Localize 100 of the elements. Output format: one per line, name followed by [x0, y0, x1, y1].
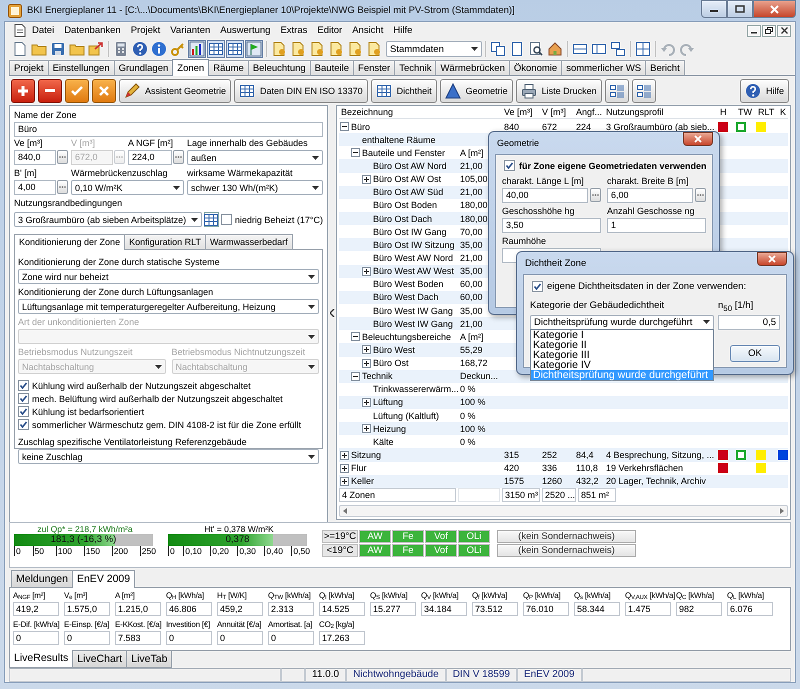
- dropdown[interactable]: Lüftungsanlage mit temperaturgeregelter Aufbereitung, Heizung: [18, 299, 319, 314]
- column-header[interactable]: Bezeichnung: [339, 106, 458, 117]
- menu-item[interactable]: Varianten: [165, 24, 216, 37]
- add-button[interactable]: [11, 78, 35, 102]
- maximize-button[interactable]: [727, 0, 753, 18]
- tab[interactable]: Beleuchtung: [248, 60, 311, 75]
- table-button[interactable]: Dichtheit: [370, 78, 437, 102]
- tab[interactable]: Projekt: [9, 60, 49, 75]
- text-field[interactable]: 4,00: [14, 180, 56, 195]
- tree-item-label[interactable]: Büro West AW West: [373, 266, 454, 276]
- tab[interactable]: EnEV 2009: [72, 570, 136, 588]
- bar-chart-icon[interactable]: [189, 41, 205, 57]
- zone-name-field[interactable]: Büro: [14, 122, 323, 137]
- column-header[interactable]: RLT: [756, 106, 778, 117]
- menu-item[interactable]: Extras: [275, 24, 312, 37]
- tree-item-label[interactable]: Büro Ost: [373, 358, 409, 368]
- menu-item[interactable]: Ansicht: [347, 24, 388, 37]
- close-button[interactable]: [683, 132, 713, 146]
- checkbox[interactable]: [18, 406, 29, 417]
- export-icon[interactable]: [88, 41, 104, 57]
- document-icon[interactable]: [328, 41, 344, 57]
- help-button[interactable]: Hilfe: [740, 78, 789, 102]
- column-header[interactable]: Angf...: [574, 106, 604, 117]
- table-button[interactable]: [204, 212, 219, 227]
- expand-icon[interactable]: [362, 266, 371, 276]
- list-button[interactable]: [604, 78, 629, 102]
- tree-item-label[interactable]: enthaltene Räume: [362, 134, 436, 145]
- expand-icon[interactable]: [362, 358, 371, 368]
- layout-icon[interactable]: [572, 41, 588, 57]
- menu-item[interactable]: Projekt: [126, 24, 166, 37]
- tree-item-label[interactable]: Beleuchtungsbereiche: [362, 332, 452, 342]
- checkbox[interactable]: [220, 214, 232, 225]
- tree-item-label[interactable]: Büro West Boden: [373, 279, 444, 290]
- flag-icon[interactable]: [246, 41, 262, 57]
- column-header[interactable]: TW: [736, 106, 756, 117]
- tab[interactable]: sommerlicher WS: [561, 60, 646, 75]
- expand-icon[interactable]: [362, 398, 371, 407]
- geometry-button[interactable]: Geometrie: [440, 78, 513, 102]
- tab[interactable]: LiveResults: [9, 650, 74, 668]
- remove-button[interactable]: [38, 78, 62, 102]
- help-icon[interactable]: [132, 41, 148, 57]
- tree-item-label[interactable]: Sitzung: [351, 450, 382, 460]
- dropdown[interactable]: 0,10 W/m²K: [71, 180, 184, 195]
- save-icon[interactable]: [50, 41, 66, 57]
- column-header[interactable]: V [m³]: [540, 106, 574, 117]
- tab[interactable]: Konditionierung der Zone: [14, 234, 126, 250]
- collapse-icon[interactable]: [340, 122, 349, 132]
- dropdown-option[interactable]: Kategorie I: [531, 330, 713, 340]
- menu-item[interactable]: Hilfe: [388, 24, 418, 37]
- menu-item[interactable]: Datenbanken: [59, 24, 126, 37]
- list-button[interactable]: [632, 78, 656, 102]
- table-button[interactable]: Daten DIN EN ISO 13370: [234, 78, 368, 102]
- checkbox[interactable]: [504, 160, 515, 171]
- tree-item-label[interactable]: Büro Ost IW Sitzung: [373, 240, 455, 250]
- tree-item-label[interactable]: Lüftung: [373, 397, 404, 408]
- tree-item-label[interactable]: Technik: [362, 371, 393, 382]
- text-field[interactable]: 6,00: [607, 188, 693, 203]
- document-icon[interactable]: [290, 41, 306, 57]
- ok-button[interactable]: OK: [730, 345, 780, 362]
- tree-item-label[interactable]: Büro Ost AW Nord: [373, 160, 447, 171]
- horizontal-scrollbar[interactable]: [339, 504, 788, 517]
- tab[interactable]: Bauteile: [310, 60, 354, 75]
- collapse-icon[interactable]: [351, 372, 360, 381]
- expand-icon[interactable]: [340, 450, 349, 460]
- tab[interactable]: Ökonomie: [508, 60, 562, 75]
- checkbox[interactable]: [532, 281, 543, 292]
- column-header[interactable]: H: [718, 106, 736, 117]
- tree-item-label[interactable]: Keller: [351, 476, 374, 486]
- column-header[interactable]: K: [778, 106, 788, 117]
- minimize-button[interactable]: [747, 24, 761, 36]
- tree-item-label[interactable]: Büro: [351, 122, 370, 132]
- dropdown[interactable]: keine Zuschlag: [18, 449, 319, 464]
- grid-icon[interactable]: [635, 41, 651, 57]
- tree-item-label[interactable]: Trinkwassererwärm...: [373, 384, 459, 394]
- cancel-button[interactable]: [92, 78, 116, 102]
- expand-icon[interactable]: [362, 424, 371, 434]
- tree-item-label[interactable]: Büro West IW Gang: [373, 306, 453, 316]
- column-header[interactable]: Nutzungsprofil: [604, 106, 718, 117]
- info-icon[interactable]: [151, 41, 167, 57]
- search-icon[interactable]: [528, 41, 544, 57]
- tree-item-label[interactable]: Büro Ost AW Ost: [373, 174, 442, 184]
- tab[interactable]: LiveChart: [72, 651, 128, 668]
- restore-button[interactable]: [762, 24, 776, 36]
- tree-item-label[interactable]: Büro West Dach: [373, 292, 438, 302]
- tree-item-label[interactable]: Büro West: [373, 344, 415, 355]
- tab[interactable]: Konfiguration RLT: [124, 234, 206, 249]
- tab[interactable]: Grundlagen: [114, 60, 174, 75]
- tree-item-label[interactable]: Büro Ost Dach: [373, 214, 432, 224]
- expand-icon[interactable]: [362, 345, 371, 354]
- tree-item-label[interactable]: Büro West IW Gang: [373, 318, 453, 329]
- minimize-button[interactable]: [701, 0, 727, 18]
- dropdown[interactable]: Zone wird nur beheizt: [18, 269, 319, 284]
- tree-item-label[interactable]: Büro Ost Boden: [373, 200, 438, 210]
- columns-icon[interactable]: [591, 41, 607, 57]
- tree-item-label[interactable]: Lüftung (Kaltluft): [373, 410, 440, 421]
- checkbox[interactable]: [18, 419, 29, 430]
- collapse-icon[interactable]: [351, 148, 360, 158]
- document-icon[interactable]: [271, 41, 287, 57]
- tab[interactable]: Wärmebrücken: [435, 60, 510, 75]
- dropdown[interactable]: 3 Großraumbüro (ab sieben Arbeitsplätze): [14, 212, 202, 227]
